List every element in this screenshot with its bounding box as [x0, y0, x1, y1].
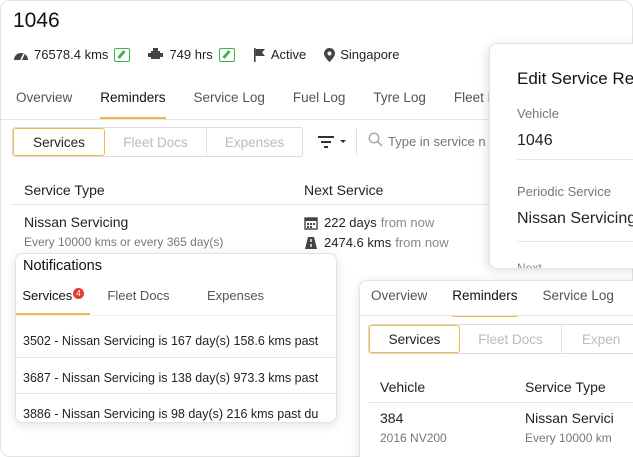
engine-icon [148, 48, 164, 59]
edit-periodic-divider [517, 241, 633, 242]
stage: 1046 76578.4 kms 749 hrs Active Singapor… [0, 0, 633, 457]
edit-hours-icon[interactable] [218, 47, 235, 62]
tab-tyre-log[interactable]: Tyre Log [373, 90, 426, 119]
edit-panel-title: Edit Service Re [517, 69, 633, 88]
search-divider [356, 129, 357, 155]
edit-periodic-label: Periodic Service [517, 184, 611, 199]
location-stat: Singapore [324, 47, 400, 62]
rem-segment-expenses[interactable]: Expen [562, 325, 633, 353]
notif-tab-fleet-docs[interactable]: Fleet Docs [90, 282, 187, 315]
rem-col-vehicle: Vehicle [380, 379, 426, 395]
notifications-panel: Notifications Services 4 Fleet Docs Expen… [15, 253, 337, 423]
notification-item-2[interactable]: 3886 - Nissan Servicing is 98 day(s) 216… [23, 407, 318, 421]
rem-segment-fleet-docs[interactable]: Fleet Docs [460, 325, 562, 353]
segment-expenses[interactable]: Expenses [207, 128, 302, 156]
edit-vehicle-label: Vehicle [517, 106, 559, 121]
notif-count-badge: 4 [73, 288, 84, 299]
notif-divider [16, 393, 336, 394]
reminders-panel-tabs: Overview Reminders Service Log [371, 288, 633, 317]
kms-value: 2474.6 kms [324, 235, 392, 250]
reminders-panel: Overview Reminders Service Log Services … [359, 280, 633, 457]
notif-tab-services[interactable]: Services 4 [16, 282, 90, 315]
header-divider [12, 204, 492, 205]
notif-tab-expenses[interactable]: Expenses [187, 282, 284, 315]
edit-periodic-select[interactable]: Nissan Servicing [517, 210, 633, 228]
col-service-type: Service Type [24, 182, 105, 198]
search-input[interactable] [388, 131, 498, 151]
road-icon [305, 236, 317, 249]
segment-fleet-docs[interactable]: Fleet Docs [105, 128, 207, 156]
rem-col-service-type: Service Type [525, 379, 606, 395]
rem-tabs-divider [360, 315, 633, 316]
tab-reminders[interactable]: Reminders [100, 90, 166, 119]
rem-row-interval: Every 10000 km [525, 431, 612, 445]
edit-odometer-icon[interactable] [114, 47, 131, 62]
odometer-stat: 76578.4 kms [13, 47, 131, 62]
location-pin-icon [324, 47, 336, 62]
hours-value: 749 hrs [169, 47, 213, 62]
vehicle-tabs: Overview Reminders Service Log Fuel Log … [16, 90, 546, 119]
notifications-title: Notifications [23, 258, 102, 274]
tab-overview[interactable]: Overview [16, 90, 72, 119]
tab-fuel-log[interactable]: Fuel Log [293, 90, 346, 119]
edit-cut-label: Next ... [517, 261, 556, 269]
rem-header-divider [368, 402, 633, 403]
filter-icon [318, 136, 346, 148]
status-stat: Active [253, 47, 306, 62]
rem-type-segment: Services Fleet Docs Expen [368, 324, 633, 354]
row-service-interval: Every 10000 kms or every 365 day(s) [24, 235, 224, 249]
filter-button[interactable] [318, 135, 350, 154]
days-value: 222 days [324, 215, 377, 230]
vehicle-stats: 76578.4 kms 749 hrs Active Singapore [13, 47, 418, 62]
tab-service-log[interactable]: Service Log [194, 90, 265, 119]
vehicle-title: 1046 [13, 9, 60, 32]
row-next-days: 222 days from now [304, 215, 434, 230]
segment-services[interactable]: Services [13, 128, 105, 156]
odometer-value: 76578.4 kms [34, 47, 109, 62]
search-icon [368, 132, 383, 152]
status-value: Active [270, 47, 307, 62]
kms-suffix: from now [395, 235, 449, 250]
col-next-service: Next Service [304, 182, 384, 198]
days-suffix: from now [380, 215, 435, 230]
hours-stat: 749 hrs [148, 47, 235, 62]
rem-row-model: 2016 NV200 [380, 431, 447, 445]
rem-tab-service-log[interactable]: Service Log [543, 288, 614, 317]
reminder-type-segment: Services Fleet Docs Expenses [12, 127, 303, 157]
notif-divider [16, 357, 336, 358]
row-next-kms: 2474.6 kms from now [304, 235, 449, 250]
notif-tab-services-label: Services [22, 288, 73, 303]
rem-segment-services[interactable]: Services [369, 325, 460, 353]
location-value: Singapore [340, 47, 400, 62]
row-service-name: Nissan Servicing [24, 214, 129, 230]
calendar-icon [304, 216, 318, 230]
edit-vehicle-divider [517, 159, 633, 160]
rem-tab-reminders[interactable]: Reminders [452, 288, 518, 317]
speedometer-icon [14, 52, 28, 60]
notification-item-0[interactable]: 3502 - Nissan Servicing is 167 day(s) 15… [23, 334, 318, 348]
rem-row-vehicle: 384 [380, 410, 404, 426]
notification-item-1[interactable]: 3687 - Nissan Servicing is 138 day(s) 97… [23, 371, 318, 385]
edit-vehicle-value: 1046 [517, 132, 553, 149]
rem-tab-overview[interactable]: Overview [371, 288, 427, 317]
notifications-tabs: Services 4 Fleet Docs Expenses [16, 282, 336, 316]
edit-service-panel: Edit Service Re Vehicle 1046 Periodic Se… [489, 43, 633, 269]
rem-row-service: Nissan Servici [525, 410, 614, 426]
flag-icon [253, 47, 265, 62]
